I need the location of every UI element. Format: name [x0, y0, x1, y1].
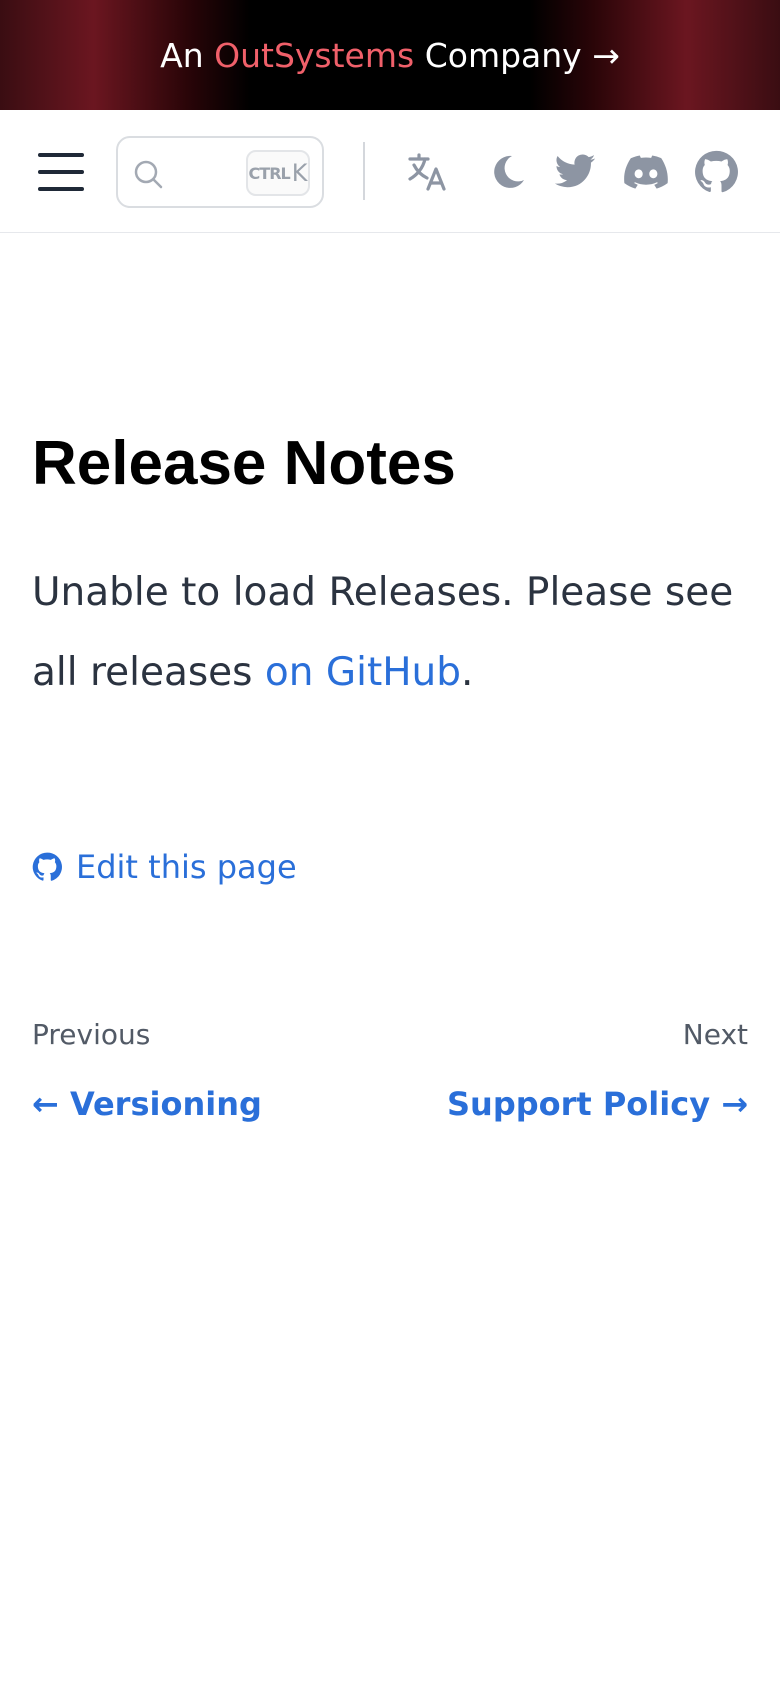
banner-prefix: An [160, 35, 215, 75]
pagination-previous-link[interactable]: ← Versioning [32, 1085, 262, 1123]
shortcut-k: K [291, 159, 308, 187]
github-releases-link[interactable]: on GitHub [265, 650, 461, 695]
navbar-divider [363, 142, 365, 200]
banner-brand: OutSystems [214, 35, 415, 75]
discord-icon[interactable] [624, 150, 668, 194]
banner-suffix: Company → [414, 35, 620, 75]
translate-icon[interactable] [406, 150, 450, 194]
search-icon [134, 160, 163, 189]
outsystems-banner-link[interactable]: An OutSystems Company → [0, 0, 780, 110]
pagination-next-label: Next [682, 1018, 748, 1051]
pagination-previous-label: Previous [32, 1018, 151, 1051]
search-button[interactable]: CTRL K [116, 136, 324, 208]
github-icon [32, 852, 62, 881]
shortcut-key-hint: CTRL K [246, 150, 310, 196]
moon-icon[interactable] [486, 150, 530, 194]
edit-this-page-link[interactable]: Edit this page [32, 845, 297, 889]
pagination-next-link[interactable]: Support Policy → [447, 1085, 748, 1123]
twitter-icon[interactable] [553, 150, 597, 194]
navbar: CTRL K [0, 110, 780, 233]
message-period: . [461, 650, 474, 695]
page-title: Release Notes [32, 429, 456, 498]
hamburger-menu-icon[interactable] [36, 150, 86, 194]
edit-this-page-label: Edit this page [76, 848, 297, 886]
shortcut-ctrl: CTRL [248, 163, 291, 183]
github-icon[interactable] [694, 150, 738, 194]
release-load-error-message: Unable to load Releases. Please see all … [32, 553, 752, 713]
